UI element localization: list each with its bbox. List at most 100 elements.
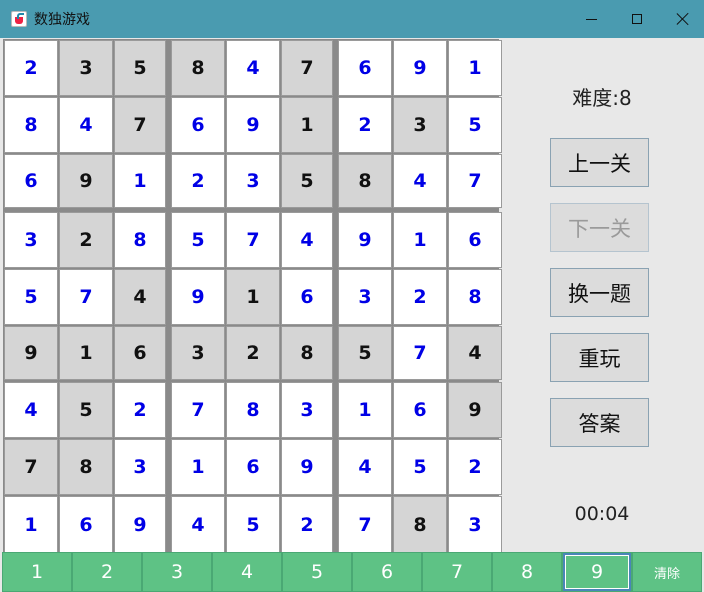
sudoku-cell-r5c3[interactable]: 4 [114, 269, 166, 325]
sudoku-cell-r9c4[interactable]: 4 [171, 496, 225, 553]
number-key-7[interactable]: 7 [422, 552, 492, 592]
sudoku-cell-r6c1[interactable]: 9 [4, 326, 58, 380]
replay-button[interactable]: 重玩 [550, 333, 649, 382]
sudoku-cell-r5c5[interactable]: 1 [226, 269, 280, 325]
number-key-3[interactable]: 3 [142, 552, 212, 592]
sudoku-cell-r2c1[interactable]: 8 [4, 97, 58, 153]
sudoku-cell-r1c8[interactable]: 9 [393, 40, 447, 96]
number-key-5[interactable]: 5 [282, 552, 352, 592]
sudoku-cell-r7c5[interactable]: 8 [226, 382, 280, 438]
sudoku-cell-r8c7[interactable]: 4 [338, 439, 392, 495]
sudoku-cell-r7c9[interactable]: 9 [448, 382, 502, 438]
new-puzzle-button[interactable]: 换一题 [550, 268, 649, 317]
sudoku-cell-r5c8[interactable]: 2 [393, 269, 447, 325]
sudoku-cell-r8c5[interactable]: 6 [226, 439, 280, 495]
sudoku-cell-r4c2[interactable]: 2 [59, 212, 113, 268]
sudoku-cell-r3c2[interactable]: 9 [59, 154, 113, 208]
sudoku-cell-r9c7[interactable]: 7 [338, 496, 392, 553]
sudoku-cell-r1c3[interactable]: 5 [114, 40, 166, 96]
sudoku-cell-r6c8[interactable]: 7 [393, 326, 447, 380]
prev-level-button[interactable]: 上一关 [550, 138, 649, 187]
sudoku-cell-r6c5[interactable]: 2 [226, 326, 280, 380]
sudoku-cell-r2c8[interactable]: 3 [393, 97, 447, 153]
number-key-8[interactable]: 8 [492, 552, 562, 592]
minimize-button[interactable] [568, 0, 614, 38]
sudoku-cell-r9c2[interactable]: 6 [59, 496, 113, 553]
number-key-4[interactable]: 4 [212, 552, 282, 592]
sudoku-cell-r3c7[interactable]: 8 [338, 154, 392, 208]
sudoku-cell-r6c7[interactable]: 5 [338, 326, 392, 380]
sudoku-cell-r8c6[interactable]: 9 [281, 439, 333, 495]
sudoku-cell-r2c3[interactable]: 7 [114, 97, 166, 153]
sudoku-cell-r7c2[interactable]: 5 [59, 382, 113, 438]
sudoku-cell-r6c3[interactable]: 6 [114, 326, 166, 380]
sudoku-cell-r2c5[interactable]: 9 [226, 97, 280, 153]
sudoku-cell-r1c9[interactable]: 1 [448, 40, 502, 96]
close-button[interactable] [660, 0, 704, 38]
sudoku-cell-r9c3[interactable]: 9 [114, 496, 166, 553]
sudoku-cell-r8c8[interactable]: 5 [393, 439, 447, 495]
sudoku-cell-r4c4[interactable]: 5 [171, 212, 225, 268]
number-key-6[interactable]: 6 [352, 552, 422, 592]
sudoku-cell-r2c4[interactable]: 6 [171, 97, 225, 153]
sudoku-cell-r8c1[interactable]: 7 [4, 439, 58, 495]
sudoku-cell-r7c3[interactable]: 2 [114, 382, 166, 438]
sudoku-cell-r8c3[interactable]: 3 [114, 439, 166, 495]
sudoku-cell-r1c5[interactable]: 4 [226, 40, 280, 96]
next-level-button[interactable]: 下一关 [550, 203, 649, 252]
answer-button[interactable]: 答案 [550, 398, 649, 447]
sudoku-cell-r7c4[interactable]: 7 [171, 382, 225, 438]
sudoku-cell-r7c8[interactable]: 6 [393, 382, 447, 438]
sudoku-cell-r3c4[interactable]: 2 [171, 154, 225, 208]
title-bar[interactable]: 数独游戏 [0, 0, 704, 38]
sudoku-cell-r6c4[interactable]: 3 [171, 326, 225, 380]
sudoku-cell-r2c6[interactable]: 1 [281, 97, 333, 153]
sudoku-cell-r5c1[interactable]: 5 [4, 269, 58, 325]
clear-button[interactable]: 清除 [632, 552, 702, 592]
sudoku-cell-r1c1[interactable]: 2 [4, 40, 58, 96]
number-key-1[interactable]: 1 [2, 552, 72, 592]
sudoku-cell-r4c7[interactable]: 9 [338, 212, 392, 268]
sudoku-cell-r5c4[interactable]: 9 [171, 269, 225, 325]
sudoku-cell-r6c2[interactable]: 1 [59, 326, 113, 380]
sudoku-cell-r1c4[interactable]: 8 [171, 40, 225, 96]
sudoku-cell-r3c8[interactable]: 4 [393, 154, 447, 208]
sudoku-cell-r2c7[interactable]: 2 [338, 97, 392, 153]
sudoku-cell-r2c2[interactable]: 4 [59, 97, 113, 153]
sudoku-cell-r8c4[interactable]: 1 [171, 439, 225, 495]
sudoku-cell-r5c2[interactable]: 7 [59, 269, 113, 325]
sudoku-cell-r4c8[interactable]: 1 [393, 212, 447, 268]
number-key-2[interactable]: 2 [72, 552, 142, 592]
sudoku-cell-r4c9[interactable]: 6 [448, 212, 502, 268]
sudoku-cell-r1c7[interactable]: 6 [338, 40, 392, 96]
sudoku-cell-r8c2[interactable]: 8 [59, 439, 113, 495]
sudoku-cell-r1c6[interactable]: 7 [281, 40, 333, 96]
sudoku-cell-r5c6[interactable]: 6 [281, 269, 333, 325]
sudoku-cell-r1c2[interactable]: 3 [59, 40, 113, 96]
sudoku-cell-r9c1[interactable]: 1 [4, 496, 58, 553]
sudoku-cell-r9c9[interactable]: 3 [448, 496, 502, 553]
sudoku-cell-r9c5[interactable]: 5 [226, 496, 280, 553]
maximize-button[interactable] [614, 0, 660, 38]
sudoku-cell-r3c3[interactable]: 1 [114, 154, 166, 208]
sudoku-cell-r3c1[interactable]: 6 [4, 154, 58, 208]
sudoku-cell-r6c9[interactable]: 4 [448, 326, 502, 380]
sudoku-cell-r4c6[interactable]: 4 [281, 212, 333, 268]
sudoku-cell-r7c6[interactable]: 3 [281, 382, 333, 438]
sudoku-cell-r5c7[interactable]: 3 [338, 269, 392, 325]
sudoku-cell-r2c9[interactable]: 5 [448, 97, 502, 153]
sudoku-cell-r3c5[interactable]: 3 [226, 154, 280, 208]
sudoku-cell-r4c3[interactable]: 8 [114, 212, 166, 268]
sudoku-cell-r4c1[interactable]: 3 [4, 212, 58, 268]
sudoku-cell-r9c8[interactable]: 8 [393, 496, 447, 553]
sudoku-cell-r6c6[interactable]: 8 [281, 326, 333, 380]
sudoku-cell-r7c1[interactable]: 4 [4, 382, 58, 438]
sudoku-cell-r3c9[interactable]: 7 [448, 154, 502, 208]
number-key-9[interactable]: 9 [562, 552, 632, 592]
sudoku-cell-r9c6[interactable]: 2 [281, 496, 333, 553]
sudoku-cell-r5c9[interactable]: 8 [448, 269, 502, 325]
sudoku-cell-r3c6[interactable]: 5 [281, 154, 333, 208]
sudoku-cell-r4c5[interactable]: 7 [226, 212, 280, 268]
sudoku-cell-r7c7[interactable]: 1 [338, 382, 392, 438]
sudoku-cell-r8c9[interactable]: 2 [448, 439, 502, 495]
